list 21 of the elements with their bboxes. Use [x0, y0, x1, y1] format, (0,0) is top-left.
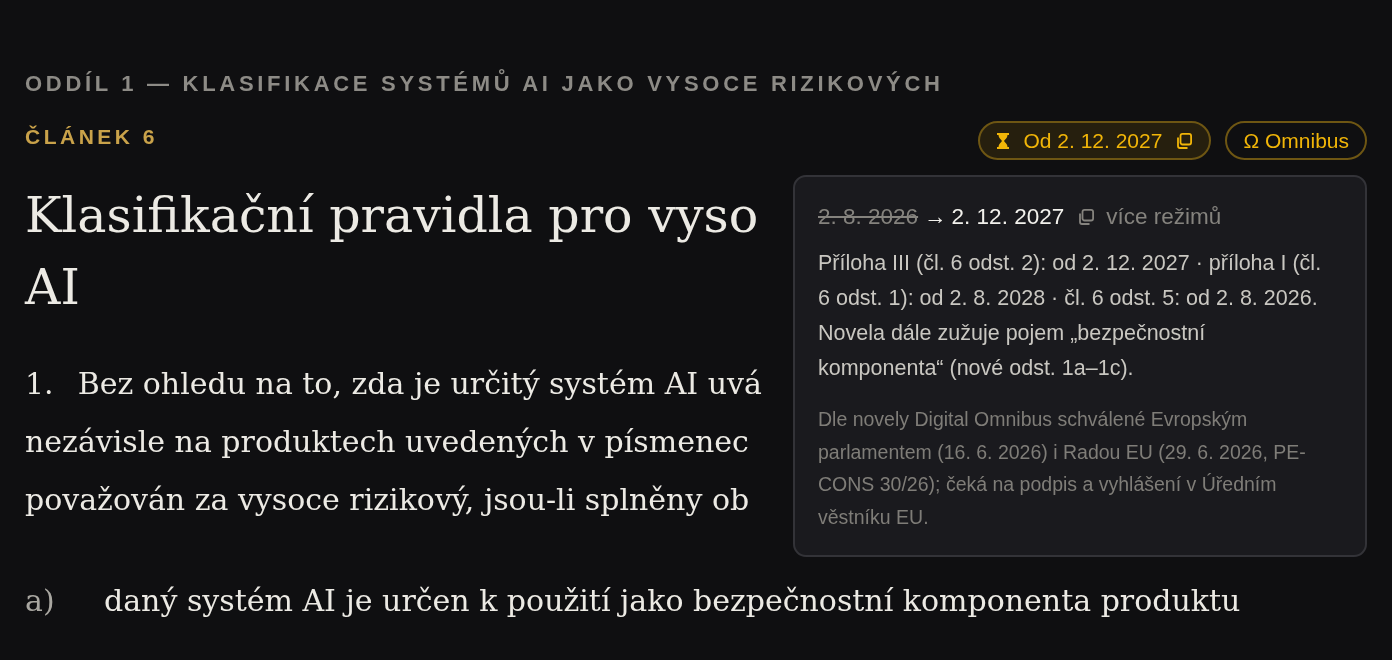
article-label: ČLÁNEK 6: [25, 124, 158, 149]
article-title-line: Klasifikační pravidla pro vyso: [25, 186, 759, 246]
previous-date: 2. 8. 2026: [818, 203, 919, 231]
amendment-note: Dle novely Digital Omnibus schválené Evropským parlamentem (16. 6. 2026) i Radou EU (29. 6. 2026, PE-CONS 30/26); čeká na podpis a vyhlášení v Úředním věstníku EU.: [818, 407, 1307, 530]
copy-icon: [1176, 132, 1193, 149]
hourglass-icon: [997, 132, 1010, 149]
paragraph-text-line: považován za vysoce rizikový, jsou-li splněny ob: [25, 481, 750, 519]
point-text-line: daný systém AI je určen k použití jako bezpečnostní komponenta produktu: [104, 582, 1241, 620]
paragraph-text-line: nezávisle na produktech uvedených v písmenec: [25, 423, 749, 461]
article-title-line: AI: [25, 258, 80, 318]
arrow-symbol: →: [924, 203, 947, 231]
more-modes-link[interactable]: více režimů: [1078, 199, 1222, 235]
section-heading: ODDÍL 1 — KLASIFIKACE SYSTÉMŮ AI JAKO VYSOCE RIZIKOVÝCH: [25, 71, 944, 97]
paragraph-text-line: Bez ohledu na to, zda je určitý systém AI uvá: [77, 365, 762, 403]
effective-date-badge[interactable]: Od 2. 12. 2027: [978, 121, 1212, 160]
paragraph-number: 1.: [25, 365, 54, 403]
amendment-details: Příloha III (čl. 6 odst. 2): od 2. 12. 2027 · příloha I (čl. 6 odst. 1): od 2. 8. 2028 · čl. 6 odst. 5: od 2. 8. 2026. Novela dále zužuje pojem „bezpečnostní komponenta“ (nové odst. 1a–1c).: [818, 250, 1322, 382]
new-date: 2. 12. 2027: [951, 203, 1065, 231]
copy-icon: [1078, 209, 1095, 225]
point-marker: a): [25, 582, 56, 620]
amendment-badge[interactable]: Ω Omnibus: [1225, 121, 1367, 160]
